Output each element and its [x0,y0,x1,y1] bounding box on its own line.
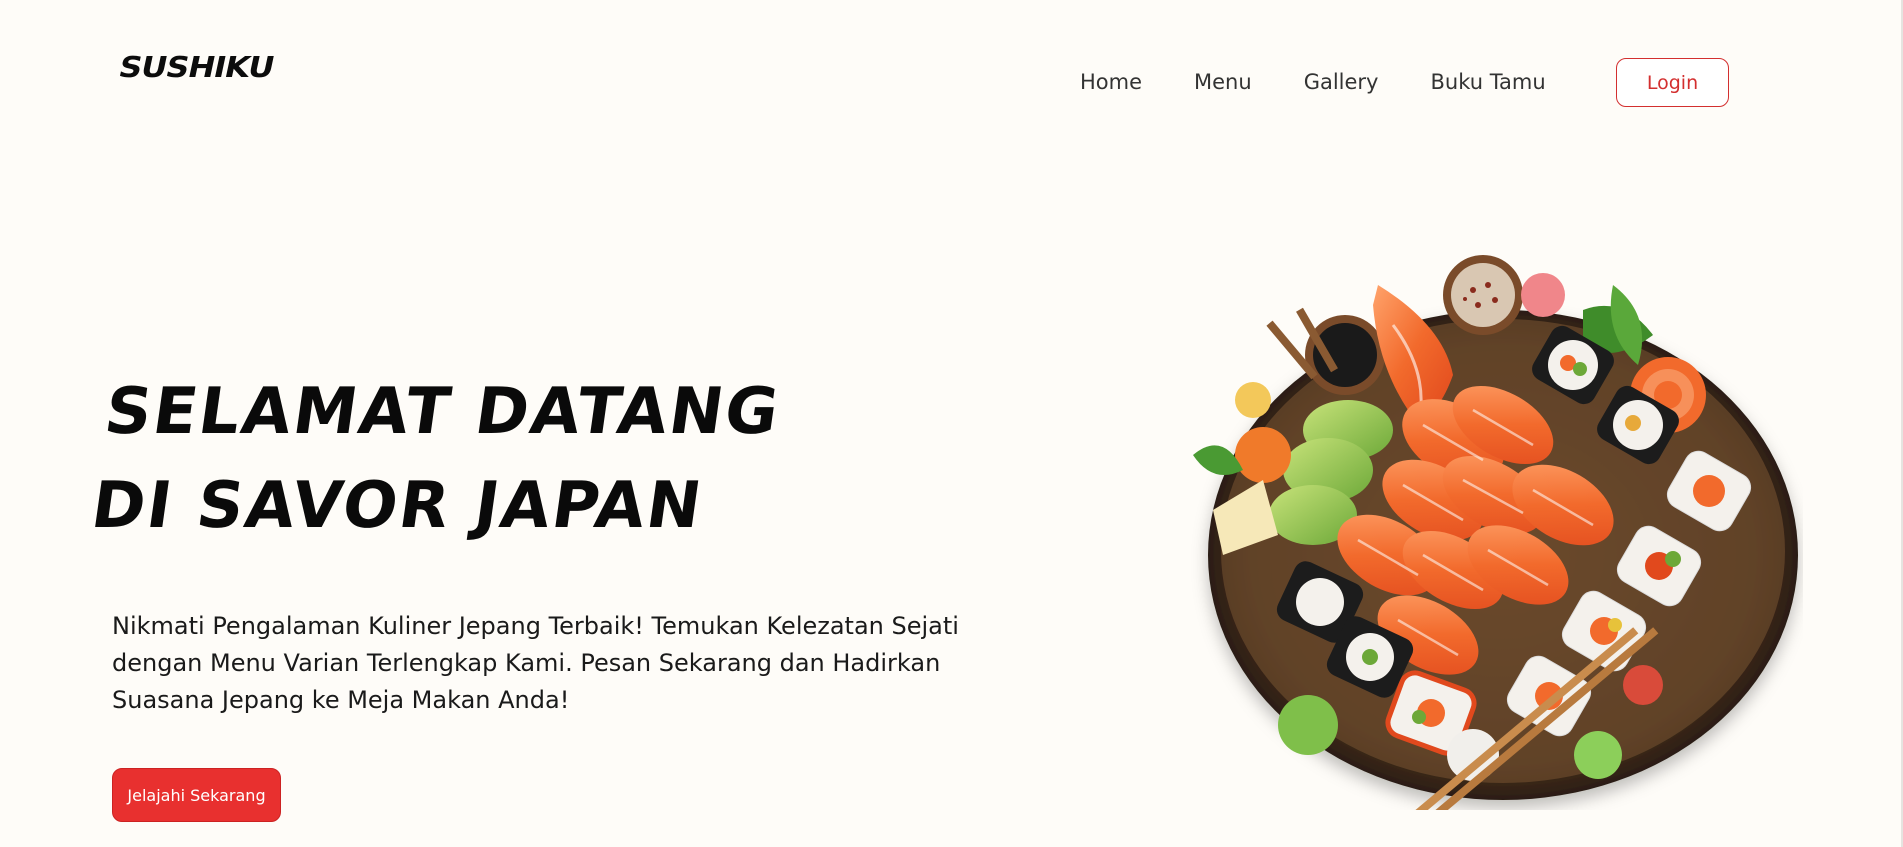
hero-title: Selamat Datang di Savor Japan [86,365,787,553]
hero-title-line-2: di Savor Japan [86,469,708,543]
hero-title-line-1: Selamat Datang [100,375,785,449]
hero-description: Nikmati Pengalaman Kuliner Jepang Terbai… [112,612,959,714]
nav-guestbook-link[interactable]: Buku Tamu [1430,58,1545,106]
sushi-platter-image [1193,255,1798,810]
nav-menu-link[interactable]: Menu [1194,58,1252,106]
site-header: SUSHIKU Home Menu Gallery Buku Tamu Logi… [0,0,1903,140]
nav-home-link[interactable]: Home [1080,58,1142,106]
main-nav: Home Menu Gallery Buku Tamu [1080,58,1546,106]
explore-now-button[interactable]: Jelajahi Sekarang [112,768,281,822]
page: SUSHIKU Home Menu Gallery Buku Tamu Logi… [0,0,1903,847]
nav-gallery-link[interactable]: Gallery [1304,58,1379,106]
login-button[interactable]: Login [1616,58,1729,107]
brand-logo[interactable]: SUSHIKU [116,50,277,84]
